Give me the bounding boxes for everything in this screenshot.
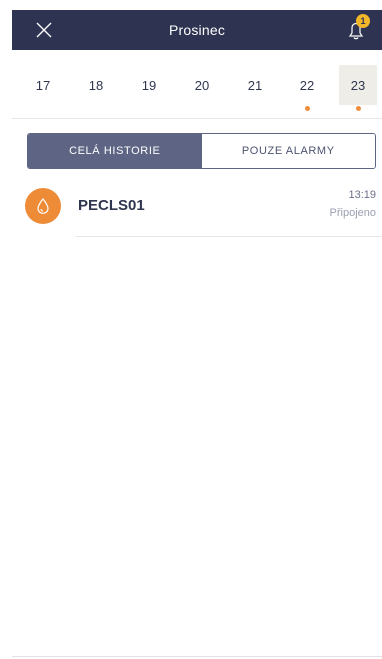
day-picker: 17 18 19 20 21 22 23 — [12, 60, 382, 116]
row-divider — [76, 236, 382, 237]
day-22[interactable]: 22 — [288, 65, 326, 111]
day-19[interactable]: 19 — [130, 65, 168, 105]
history-filter: CELÁ HISTORIE POUZE ALARMY — [27, 133, 376, 169]
device-name: PECLS01 — [78, 197, 145, 214]
close-icon — [36, 22, 52, 38]
event-status: Připojeno — [329, 207, 376, 219]
history-row[interactable]: PECLS01 13:19 Připojeno — [12, 183, 382, 237]
event-time: 13:19 — [348, 189, 376, 201]
day-label: 23 — [350, 77, 366, 93]
day-label: 17 — [35, 77, 51, 93]
close-button[interactable] — [34, 20, 54, 40]
day-label: 20 — [194, 77, 210, 93]
drop-icon — [37, 198, 49, 214]
status-strip — [0, 0, 382, 10]
device-avatar — [25, 188, 61, 224]
day-17[interactable]: 17 — [24, 65, 62, 105]
divider — [12, 118, 382, 119]
day-23-selected[interactable]: 23 — [339, 65, 377, 111]
page-title: Prosinec — [168, 22, 226, 38]
day-20[interactable]: 20 — [183, 65, 221, 105]
day-label: 19 — [141, 77, 157, 93]
day-label: 22 — [299, 77, 315, 93]
top-bar: Prosinec 1 — [12, 10, 382, 50]
day-label: 18 — [88, 77, 104, 93]
filter-alarms-only[interactable]: POUZE ALARMY — [201, 134, 375, 168]
day-18[interactable]: 18 — [77, 65, 115, 105]
event-dot — [305, 106, 310, 111]
event-dot — [356, 106, 361, 111]
notifications-button[interactable]: 1 — [342, 14, 370, 44]
bottom-divider — [12, 656, 382, 657]
filter-all-history[interactable]: CELÁ HISTORIE — [28, 134, 202, 168]
day-21[interactable]: 21 — [236, 65, 274, 105]
day-label: 21 — [247, 77, 263, 93]
notification-badge: 1 — [356, 14, 370, 28]
